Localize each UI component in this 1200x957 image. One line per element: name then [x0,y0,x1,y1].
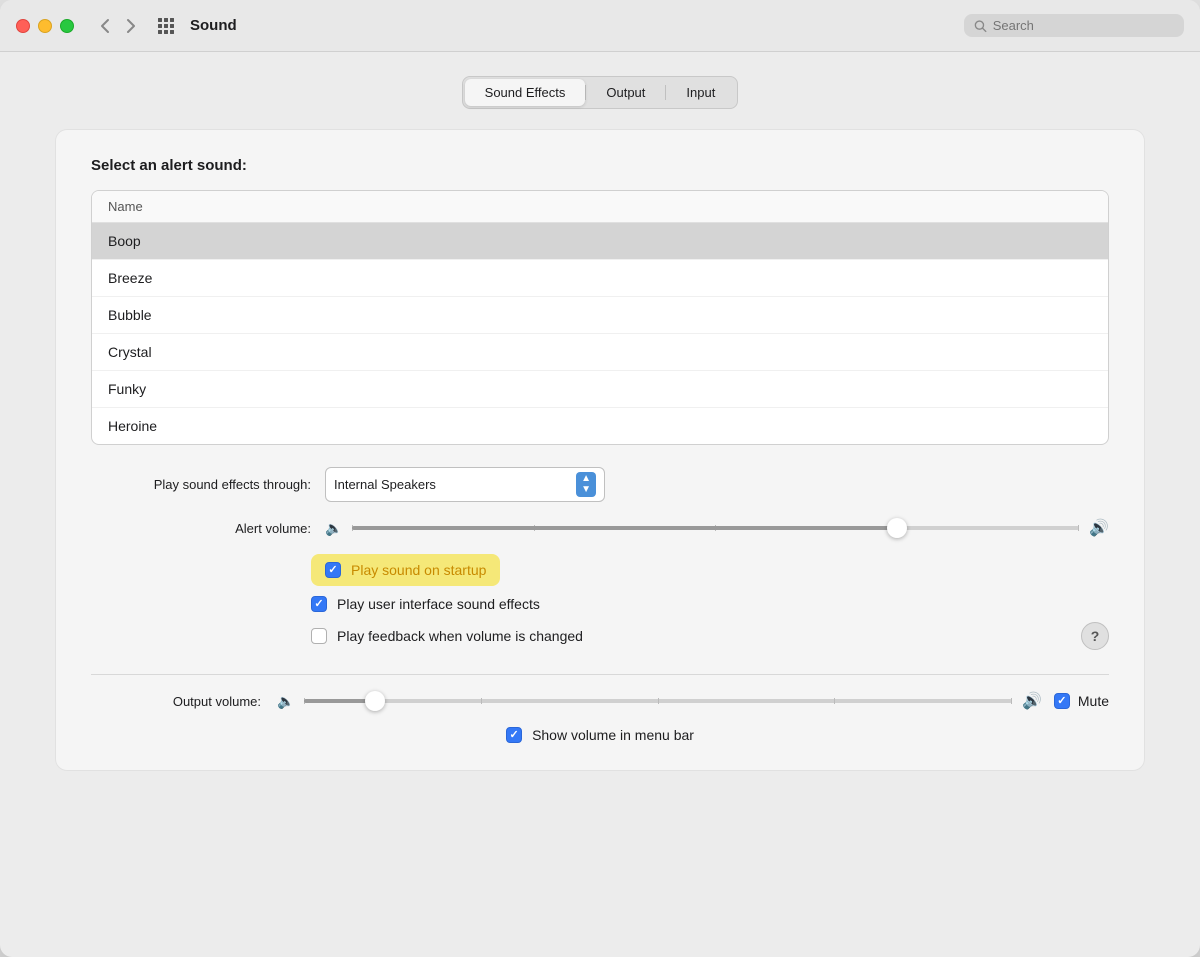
mute-label: Mute [1078,693,1109,709]
sound-panel: Select an alert sound: Name Boop Breeze … [55,129,1145,771]
alert-volume-track[interactable] [352,526,1079,530]
alert-volume-thumb[interactable] [887,518,907,538]
startup-checkbox[interactable]: ✓ [325,562,341,578]
sound-item-bubble[interactable]: Bubble [92,297,1108,334]
search-icon [974,19,987,33]
maximize-button[interactable] [60,19,74,33]
dropdown-arrows-icon: ▲ ▼ [576,472,596,497]
play-through-label: Play sound effects through: [91,477,311,492]
startup-checkbox-row: ✓ Play sound on startup [311,554,500,586]
nav-buttons [94,16,142,36]
ui-sounds-checkbox-label: Play user interface sound effects [337,596,540,612]
sound-list-header: Name [92,191,1108,223]
titlebar: Sound [0,0,1200,52]
feedback-checkbox-row: Play feedback when volume is changed ? [311,622,1109,650]
startup-checkbox-label: Play sound on startup [351,562,486,578]
sound-item-crystal[interactable]: Crystal [92,334,1108,371]
show-volume-label: Show volume in menu bar [532,727,694,743]
feedback-checkbox-label: Play feedback when volume is changed [337,628,583,644]
output-vol-high-icon: 🔊 [1022,691,1042,711]
sound-item-heroine[interactable]: Heroine [92,408,1108,444]
minimize-button[interactable] [38,19,52,33]
output-volume-label: Output volume: [91,694,261,709]
window-title: Sound [190,17,237,34]
tabs-bar: Sound Effects Output Input [462,76,739,109]
traffic-lights [16,19,74,33]
output-vol-low-icon: 🔈 [277,693,294,710]
checkboxes-block: ✓ Play sound on startup ✓ Play user inte… [311,554,1109,650]
alert-section-title: Select an alert sound: [91,157,1109,174]
forward-button[interactable] [120,16,142,36]
alert-volume-label: Alert volume: [91,521,311,536]
output-volume-slider-container: 🔈 🔊 [277,691,1042,711]
close-button[interactable] [16,19,30,33]
tab-sound-effects[interactable]: Sound Effects [465,79,586,106]
bottom-section: Output volume: 🔈 [91,674,1109,743]
search-bar[interactable] [964,14,1184,37]
dropdown-value: Internal Speakers [334,477,568,492]
alert-volume-row: Alert volume: 🔈 [91,518,1109,538]
back-button[interactable] [94,16,116,36]
help-button[interactable]: ? [1081,622,1109,650]
main-content: Sound Effects Output Input Select an ale… [0,52,1200,957]
alert-volume-slider-container: 🔈 🔊 [325,518,1109,538]
output-volume-row: Output volume: 🔈 [91,691,1109,711]
main-window: Sound Sound Effects Output Input Select … [0,0,1200,957]
speaker-dropdown[interactable]: Internal Speakers ▲ ▼ [325,467,605,502]
tab-input[interactable]: Input [666,79,735,106]
volume-high-icon: 🔊 [1089,518,1109,538]
mute-row: ✓ Mute [1054,693,1109,709]
sound-item-funky[interactable]: Funky [92,371,1108,408]
ui-sounds-checkbox[interactable]: ✓ [311,596,327,612]
play-through-row: Play sound effects through: Internal Spe… [91,467,1109,502]
show-volume-checkbox[interactable]: ✓ [506,727,522,743]
search-input[interactable] [993,18,1174,33]
sound-item-boop[interactable]: Boop [92,223,1108,260]
sound-list-body[interactable]: Boop Breeze Bubble Crystal Funky Heroine [92,223,1108,444]
feedback-checkbox[interactable] [311,628,327,644]
sound-item-breeze[interactable]: Breeze [92,260,1108,297]
ui-sounds-checkbox-row: ✓ Play user interface sound effects [311,596,1109,612]
apps-grid-icon[interactable] [158,18,174,34]
mute-checkbox[interactable]: ✓ [1054,693,1070,709]
sound-list: Name Boop Breeze Bubble Crystal Funky He… [91,190,1109,445]
output-volume-track[interactable] [304,699,1012,703]
output-volume-thumb[interactable] [365,691,385,711]
show-volume-row: ✓ Show volume in menu bar [91,727,1109,743]
volume-low-icon: 🔈 [325,520,342,537]
tab-output[interactable]: Output [586,79,665,106]
